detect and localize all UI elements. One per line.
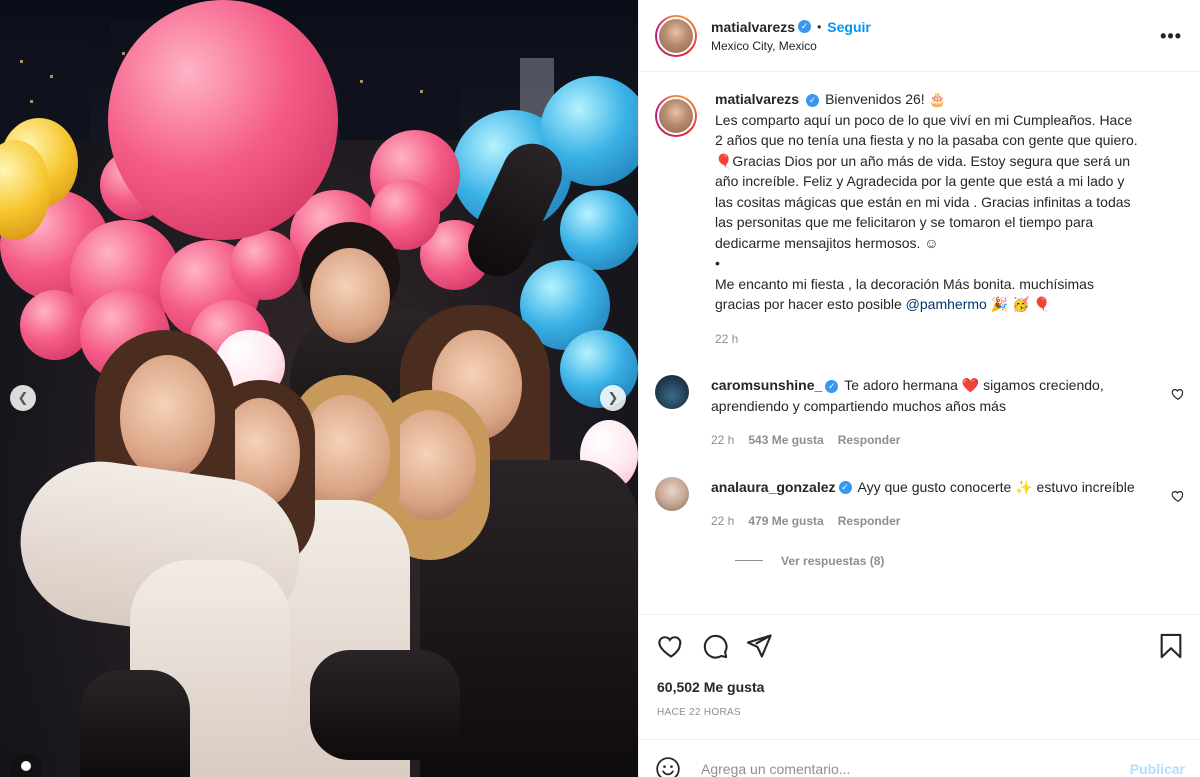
reply-button[interactable]: Responder [838, 511, 901, 532]
caption-emoji: 🎉 🥳 🎈 [986, 296, 1051, 312]
caption-line: dedicarme mensajitos hermosos. ☺ [715, 234, 939, 251]
heart-icon[interactable] [657, 632, 685, 660]
chevron-left-icon[interactable]: ❮ [10, 385, 36, 411]
comment-input[interactable] [701, 760, 1130, 777]
balloon-large [108, 0, 338, 240]
person-face [120, 355, 215, 480]
caption-line: 2 años que no tenía una fiesta y no la p… [715, 132, 1138, 148]
building [340, 60, 460, 140]
caption-line: las personitas que me felicitaron y se t… [715, 214, 1094, 230]
view-replies-button[interactable]: Ver respuestas (8) [735, 554, 1185, 568]
comment-likes[interactable]: 479 Me gusta [748, 511, 823, 532]
post-header: matialvarezs ✓ • Seguir Mexico City, Mex… [639, 0, 1200, 72]
verified-badge-icon: ✓ [806, 93, 820, 107]
caption-line: Me encanto mi fiesta , la decoración Más… [715, 275, 1094, 292]
share-icon[interactable] [745, 632, 773, 660]
comment-time[interactable]: 22 h [711, 430, 734, 451]
caption-line: año increíble. Feliz y Agradecida por la… [715, 173, 1125, 189]
comment-likes[interactable]: 543 Me gusta [748, 430, 823, 451]
author-username[interactable]: matialvarezs [711, 19, 795, 35]
comment-time[interactable]: 22 h [711, 511, 734, 532]
user-tag-icon[interactable] [10, 753, 42, 777]
balloon [560, 330, 638, 408]
balloon [20, 290, 90, 360]
comment-item: analaura_gonzalez ✓ Ayy que gusto conocert… [655, 476, 1185, 532]
author-avatar[interactable] [655, 14, 697, 57]
caption-line: Bienvenidos 26! 🎂 [825, 91, 947, 107]
clutch-bag [310, 650, 460, 760]
balloon [230, 230, 300, 300]
caption-username[interactable]: matialvarezs [715, 91, 799, 107]
caption-line: Les comparto aquí un poco de lo que viví… [715, 111, 1133, 128]
likes-count[interactable]: 60,502 Me gusta [657, 679, 1185, 695]
publish-button[interactable]: Publicar [1130, 761, 1185, 777]
reply-button[interactable]: Responder [838, 430, 901, 451]
comment-item: caromsunshine_ ✓ Te adoro hermana ❤️ sigam… [655, 375, 1185, 451]
add-comment-bar: Publicar [639, 739, 1200, 777]
caption-line: 🎈Gracias Dios por un año más de vida. Es… [715, 152, 1131, 169]
like-comment-heart-icon[interactable] [1171, 489, 1185, 503]
post-caption: matialvarezs ✓ Bienvenidos 26! 🎂 Les compa… [655, 89, 1185, 349]
commenter-username[interactable]: analaura_gonzalez [711, 479, 836, 495]
person-face [310, 248, 390, 343]
verified-badge-icon: ✓ [838, 481, 852, 495]
comment-icon[interactable] [701, 632, 729, 660]
more-options-icon[interactable]: ••• [1160, 26, 1182, 47]
commenter-avatar[interactable] [655, 375, 689, 409]
author-avatar[interactable] [655, 95, 697, 137]
balloon [560, 190, 638, 270]
caption-line: las cositas mágicas que están en mi vida… [715, 193, 1131, 210]
separator-dot: • [817, 19, 822, 34]
post-side-panel: matialvarezs ✓ • Seguir Mexico City, Mex… [638, 0, 1200, 777]
comment-text: Ayy que gusto conocerte ✨ estuvo increíb… [857, 478, 1135, 495]
post-time[interactable]: HACE 22 HORAS [657, 707, 1185, 718]
chevron-right-icon[interactable]: ❯ [600, 385, 626, 411]
bookmark-icon[interactable] [1157, 632, 1185, 660]
verified-badge-icon: ✓ [825, 379, 839, 393]
like-comment-heart-icon[interactable] [1171, 387, 1185, 401]
person-legs [80, 670, 190, 777]
comments-section[interactable]: matialvarezs ✓ Bienvenidos 26! 🎂 Les compa… [639, 73, 1200, 613]
post-actions: 60,502 Me gusta HACE 22 HORAS [639, 614, 1200, 738]
mention-link[interactable]: @pamhermo [906, 296, 987, 312]
follow-button[interactable]: Seguir [827, 19, 871, 35]
commenter-username[interactable]: caromsunshine_ [711, 377, 822, 393]
caption-time[interactable]: 22 h [715, 329, 738, 350]
post-location[interactable]: Mexico City, Mexico [711, 39, 871, 53]
commenter-avatar[interactable] [655, 476, 689, 511]
emoji-icon[interactable] [655, 756, 681, 777]
caption-line: • [715, 255, 720, 271]
caption-line: gracias por hacer esto posible [715, 296, 902, 312]
post-photo[interactable]: ❮ ❯ [0, 0, 638, 777]
verified-badge-icon: ✓ [798, 20, 812, 33]
